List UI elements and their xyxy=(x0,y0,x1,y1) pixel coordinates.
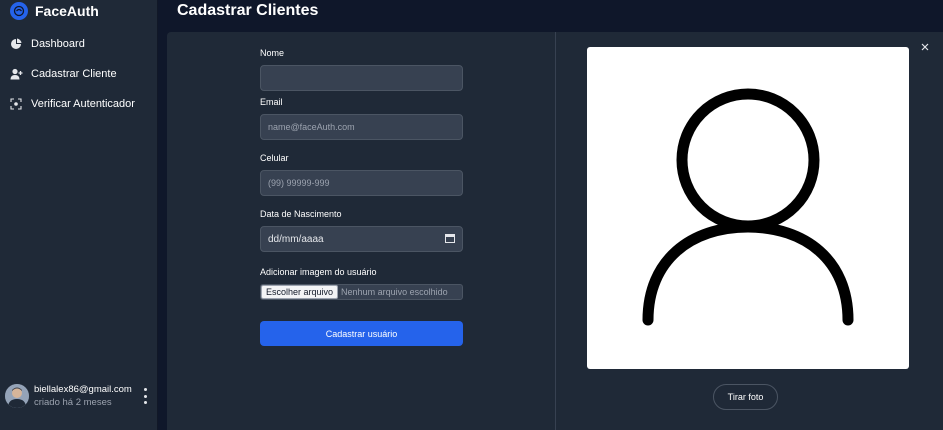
register-panel: Nome Email Celular Data de Nascimento dd… xyxy=(167,32,943,430)
brand-name: FaceAuth xyxy=(35,3,99,19)
close-icon[interactable] xyxy=(919,41,931,53)
sidebar-nav: Dashboard Cadastrar Cliente Verificar Au… xyxy=(0,34,158,124)
pie-chart-icon xyxy=(9,37,23,51)
take-photo-button[interactable]: Tirar foto xyxy=(713,384,778,410)
image-label: Adicionar imagem do usuário xyxy=(260,267,377,277)
email-input[interactable] xyxy=(260,114,463,140)
faceauth-logo-icon xyxy=(10,2,28,20)
sidebar-item-label: Cadastrar Cliente xyxy=(31,68,117,80)
user-created-at: criado há 2 meses xyxy=(34,396,112,408)
user-silhouette-icon xyxy=(642,88,854,326)
file-status: Nenhum arquivo escolhido xyxy=(341,287,448,297)
name-label: Nome xyxy=(260,48,285,58)
file-input[interactable]: Escolher arquivo Nenhum arquivo escolhid… xyxy=(260,284,463,300)
submit-button[interactable]: Cadastrar usuário xyxy=(260,321,463,346)
user-profile: biellalex86@gmail.com criado há 2 meses xyxy=(5,381,155,411)
sidebar-item-cadastrar-cliente[interactable]: Cadastrar Cliente xyxy=(0,64,158,84)
sidebar-item-dashboard[interactable]: Dashboard xyxy=(0,34,158,54)
birth-date-value: dd/mm/aaaa xyxy=(268,233,324,245)
calendar-icon[interactable] xyxy=(445,233,455,246)
sidebar: FaceAuth Dashboard Cadastrar Cliente Ver… xyxy=(0,0,158,430)
user-email: biellalex86@gmail.com xyxy=(34,383,132,395)
more-vertical-icon xyxy=(143,388,147,391)
name-input[interactable] xyxy=(260,65,463,91)
user-menu-button[interactable] xyxy=(141,388,149,404)
add-user-icon xyxy=(9,67,23,81)
panel-divider xyxy=(555,32,556,430)
sidebar-item-label: Verificar Autenticador xyxy=(31,98,135,110)
avatar[interactable] xyxy=(5,384,29,408)
choose-file-button[interactable]: Escolher arquivo xyxy=(261,285,339,299)
brand[interactable]: FaceAuth xyxy=(10,2,99,20)
sidebar-item-label: Dashboard xyxy=(31,38,85,50)
page-title: Cadastrar Clientes xyxy=(177,2,319,19)
birth-date-input[interactable]: dd/mm/aaaa xyxy=(260,226,463,252)
email-label: Email xyxy=(260,97,283,107)
phone-input[interactable] xyxy=(260,170,463,196)
phone-label: Celular xyxy=(260,153,289,163)
sidebar-item-verificar-autenticador[interactable]: Verificar Autenticador xyxy=(0,94,158,114)
camera-preview xyxy=(587,47,909,369)
face-scan-icon xyxy=(9,97,23,111)
birth-date-label: Data de Nascimento xyxy=(260,209,342,219)
